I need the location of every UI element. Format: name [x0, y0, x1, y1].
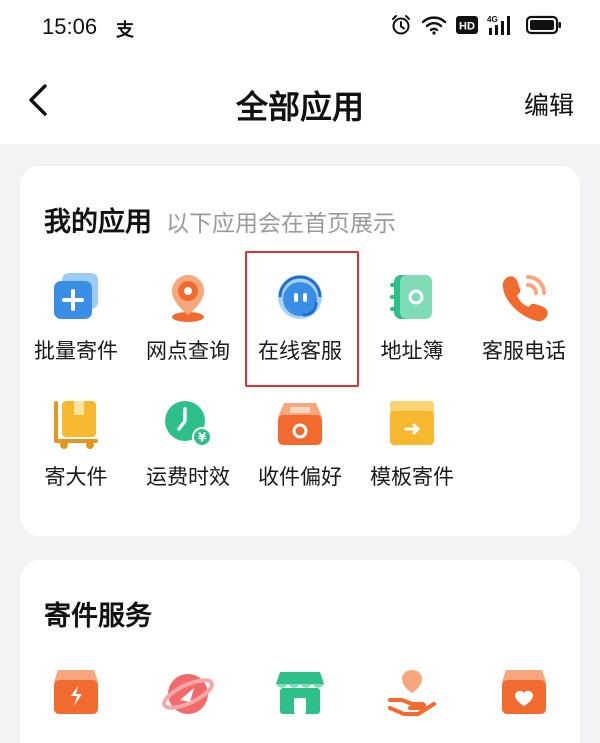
svg-text:¥: ¥ — [198, 431, 207, 445]
wifi-icon — [421, 15, 447, 35]
send-services-header: 寄件服务 — [44, 594, 152, 633]
customer-service-icon — [272, 269, 328, 325]
app-label: 在线客服 — [258, 339, 342, 363]
alipay-notification-icon: 支 — [116, 20, 134, 41]
signal-4g-icon: 4G — [487, 14, 517, 36]
network-label: 4G — [487, 15, 498, 24]
my-apps-title: 我的应用 — [44, 207, 152, 238]
express-box-icon — [48, 664, 104, 720]
alarm-icon — [390, 14, 412, 36]
app-label: 批量寄件 — [34, 339, 118, 363]
hd-icon: HD — [456, 16, 478, 34]
app-label: 模板寄件 — [370, 465, 454, 489]
app-batch-send[interactable]: 批量寄件 — [20, 269, 132, 365]
app-address-book[interactable]: 地址簿 — [356, 269, 468, 365]
battery-icon — [526, 15, 562, 35]
branch-location-icon — [160, 269, 216, 325]
edit-button[interactable]: 编辑 — [524, 86, 574, 122]
status-icons: HD 4G — [390, 14, 562, 36]
app-label: 地址簿 — [380, 339, 444, 363]
gift-box-icon — [496, 664, 552, 720]
nav-bar: 全部应用 编辑 — [0, 56, 600, 144]
app-delivery-preference[interactable]: 收件偏好 — [244, 395, 356, 491]
app-label: 寄大件 — [44, 465, 108, 489]
store-icon — [272, 664, 328, 720]
pickup-hand-icon — [384, 664, 440, 720]
service-item-2[interactable] — [132, 664, 244, 720]
app-branch-query[interactable]: 网点查询 — [132, 269, 244, 365]
app-template-send[interactable]: 模板寄件 — [356, 395, 468, 491]
freight-timing-icon: ¥ — [160, 395, 216, 451]
hd-label: HD — [459, 21, 475, 33]
app-label: 网点查询 — [146, 339, 230, 363]
send-services-card: 寄件服务 — [20, 560, 580, 743]
app-freight-timing[interactable]: ¥ 运费时效 — [132, 395, 244, 491]
app-large-package[interactable]: 寄大件 — [20, 395, 132, 491]
batch-send-icon — [48, 269, 104, 325]
app-online-service[interactable]: 在线客服 — [244, 269, 356, 365]
app-label: 运费时效 — [146, 465, 230, 489]
my-apps-subtitle: 以下应用会在首页展示 — [166, 211, 396, 237]
service-item-3[interactable] — [244, 664, 356, 720]
large-package-icon — [48, 395, 104, 451]
status-time: 15:06 — [42, 14, 98, 39]
my-apps-header: 我的应用 以下应用会在首页展示 — [44, 200, 396, 239]
global-shipping-icon — [160, 664, 216, 720]
address-book-icon — [384, 269, 440, 325]
send-services-title: 寄件服务 — [44, 601, 152, 632]
service-item-5[interactable] — [468, 664, 580, 720]
status-bar: 15:06 支 HD 4G — [0, 0, 600, 56]
delivery-preference-icon — [272, 395, 328, 451]
app-label: 客服电话 — [482, 339, 566, 363]
app-service-phone[interactable]: 客服电话 — [468, 269, 580, 365]
phone-icon — [496, 269, 552, 325]
service-item-4[interactable] — [356, 664, 468, 720]
service-item-1[interactable] — [20, 664, 132, 720]
app-label: 收件偏好 — [258, 465, 342, 489]
template-send-icon — [384, 395, 440, 451]
my-apps-card: 我的应用 以下应用会在首页展示 批量寄件 网点查询 在线客服 地址簿 客服电话 — [20, 166, 580, 536]
page-title: 全部应用 — [235, 88, 364, 126]
